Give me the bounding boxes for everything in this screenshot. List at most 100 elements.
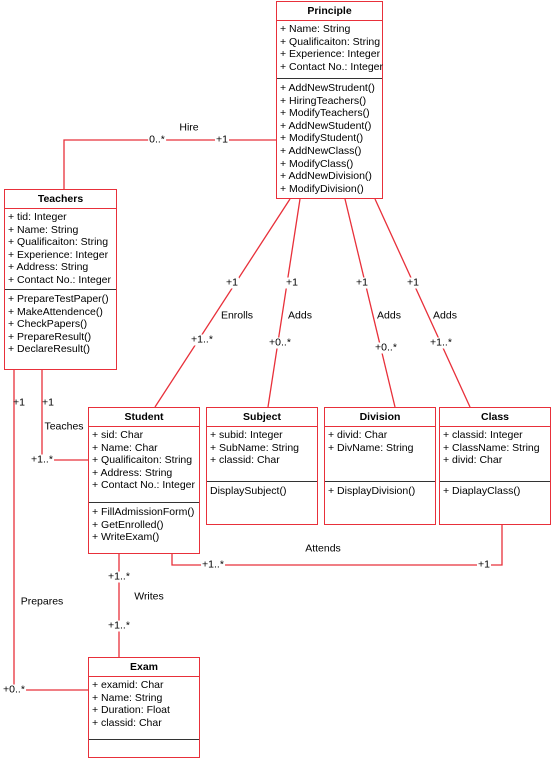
methods: + PrepareTestPaper() + MakeAttendence() …	[5, 290, 116, 359]
method: + GetEnrolled()	[92, 518, 164, 531]
attributes: + examid: Char + Name: String + Duration…	[89, 677, 199, 740]
multiplicity: +0..*	[268, 336, 292, 349]
class-division[interactable]: Division + divid: Char + DivName: String…	[324, 407, 436, 525]
method: + AddNewStudent()	[280, 119, 372, 132]
class-name: Principle	[277, 2, 382, 21]
adds-subject-line	[267, 198, 301, 408]
class-subject[interactable]: Subject + subid: Integer + SubName: Stri…	[206, 407, 318, 525]
attribute: + Name: String	[92, 691, 163, 704]
association-label: Teaches	[44, 420, 84, 433]
class-name: Teachers	[5, 190, 116, 209]
attribute: + Name: Char	[92, 441, 158, 454]
attribute: + Contact No.: Integer	[8, 273, 112, 286]
association-label: Writes	[134, 590, 164, 603]
enrolls-line	[154, 198, 291, 408]
method: + MakeAttendence()	[8, 305, 103, 318]
class-class[interactable]: Class + classid: Integer + ClassName: St…	[439, 407, 551, 525]
attribute: + tid: Integer	[8, 211, 67, 223]
class-name: Division	[325, 408, 435, 427]
method: + PrepareResult()	[8, 330, 92, 343]
method: + FillAdmissionForm()	[92, 506, 195, 518]
association-label: Hire	[179, 121, 199, 134]
attributes: + tid: Integer + Name: String + Qualific…	[5, 209, 116, 290]
methods: + AddNewStrudent() + HiringTeachers() + …	[277, 79, 382, 198]
multiplicity: +1	[285, 276, 299, 289]
class-name: Exam	[89, 658, 199, 677]
attribute: + classid: Char	[92, 716, 162, 729]
class-exam[interactable]: Exam + examid: Char + Name: String + Dur…	[88, 657, 200, 758]
multiplicity: +1	[225, 276, 239, 289]
association-label: Attends	[305, 542, 341, 555]
attribute: + Experience: Integer	[280, 48, 381, 61]
attribute: + Address: String	[8, 261, 89, 274]
class-teachers[interactable]: Teachers + tid: Integer + Name: String +…	[4, 189, 117, 370]
hire-line	[63, 139, 276, 189]
attributes: + Name: String + Qualificaiton: String +…	[277, 21, 384, 79]
attribute: + divid: Char	[328, 429, 388, 441]
attribute: + SubName: String	[210, 441, 300, 454]
adds-class-line	[374, 198, 471, 408]
multiplicity: +0..*	[374, 341, 398, 354]
method: DisplaySubject()	[210, 485, 287, 497]
methods: + FillAdmissionForm() + GetEnrolled() + …	[89, 503, 199, 547]
attribute: + Name: String	[280, 23, 351, 35]
multiplicity: +1..*	[107, 619, 131, 632]
attribute: + ClassName: String	[443, 441, 540, 454]
multiplicity: +1..*	[30, 453, 54, 466]
multiplicity: +1	[13, 396, 25, 409]
attributes: + sid: Char + Name: Char + Qualificaiton…	[89, 427, 199, 503]
prepares-line	[13, 369, 88, 691]
methods: DisplaySubject()	[207, 482, 317, 501]
class-name: Student	[89, 408, 199, 427]
multiplicity: 0..*	[148, 133, 166, 146]
attribute: + Duration: Float	[92, 704, 170, 717]
method: + ModifyClass()	[280, 157, 354, 170]
attribute: + Address: String	[92, 466, 173, 479]
method: + CheckPapers()	[8, 318, 88, 331]
method: + ModifyDivision()	[280, 182, 364, 195]
class-name: Subject	[207, 408, 317, 427]
association-label: Adds	[288, 309, 312, 322]
association-label: Adds	[377, 309, 401, 322]
method: + AddNewClass()	[280, 144, 362, 157]
attribute: + Qualificaiton: String	[92, 454, 193, 467]
method: + ModifyStudent()	[280, 132, 364, 145]
multiplicity: +1..*	[190, 333, 214, 346]
attribute: + examid: Char	[92, 679, 164, 691]
attribute: + Experience: Integer	[8, 248, 109, 261]
attribute: + DivName: String	[328, 441, 414, 454]
method: + WriteExam()	[92, 531, 160, 544]
methods: + DiaplayClass()	[440, 482, 550, 501]
attribute: + Qualificaiton: String	[8, 236, 109, 249]
association-label: Adds	[433, 309, 457, 322]
class-student[interactable]: Student + sid: Char + Name: Char + Quali…	[88, 407, 200, 554]
attributes: + subid: Integer + SubName: String + cla…	[207, 427, 317, 482]
multiplicity: +0..*	[2, 683, 26, 696]
attribute: + Qualificaiton: String	[280, 35, 381, 48]
class-principle[interactable]: Principle + Name: String + Qualificaiton…	[276, 1, 383, 199]
association-label: Enrolls	[220, 309, 254, 322]
method: + ModifyTeachers()	[280, 107, 370, 120]
attribute: + divid: Char	[443, 454, 503, 467]
multiplicity: +1..*	[429, 336, 453, 349]
attribute: + classid: Integer	[443, 429, 523, 441]
adds-division-line	[344, 198, 396, 408]
multiplicity: +1..*	[201, 558, 225, 571]
attribute: + subid: Integer	[210, 429, 283, 441]
method: + DisplayDivision()	[328, 485, 416, 497]
multiplicity: +1	[355, 276, 369, 289]
attribute: + Contact No.: Integer	[280, 60, 384, 73]
attributes: + classid: Integer + ClassName: String +…	[440, 427, 550, 482]
method: + DeclareResult()	[8, 343, 90, 356]
methods: + DisplayDivision()	[325, 482, 435, 501]
multiplicity: +1	[477, 558, 491, 571]
association-label: Prepares	[20, 595, 64, 608]
teaches-line	[41, 369, 88, 461]
multiplicity: +1	[42, 396, 54, 409]
multiplicity: +1	[215, 133, 229, 146]
multiplicity: +1..*	[107, 570, 131, 583]
attributes: + divid: Char + DivName: String	[325, 427, 435, 482]
attribute: + classid: Char	[210, 454, 280, 467]
multiplicity: +1	[406, 276, 420, 289]
method: + HiringTeachers()	[280, 94, 367, 107]
